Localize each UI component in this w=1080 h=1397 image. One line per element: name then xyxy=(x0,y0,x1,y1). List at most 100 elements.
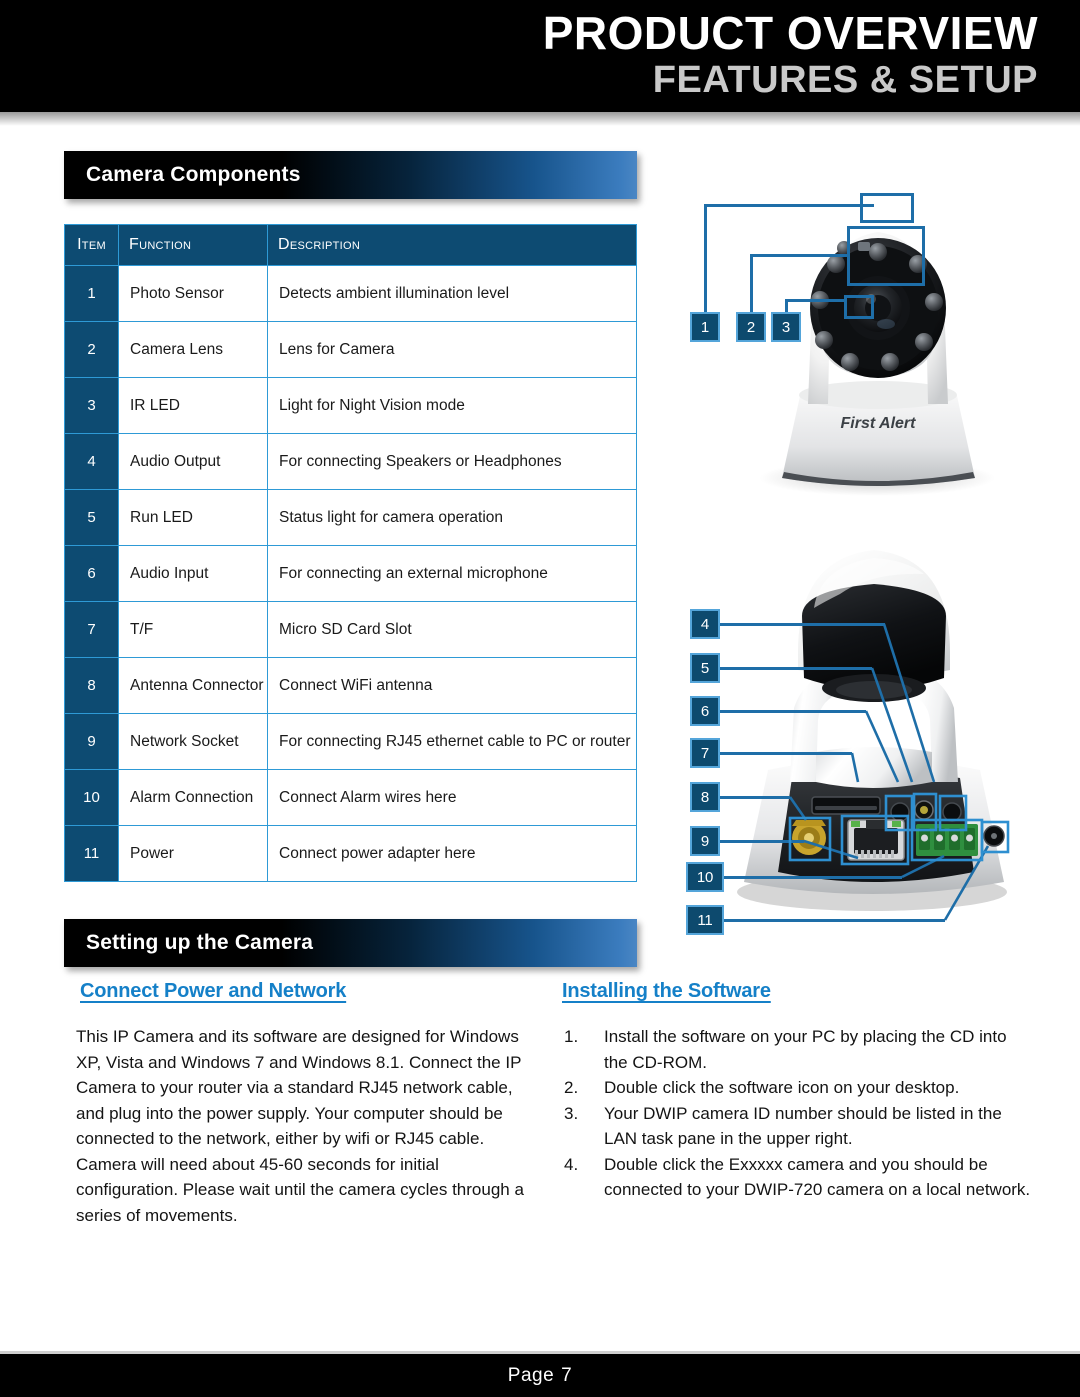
leader-line-1 xyxy=(704,204,874,207)
highlight-box-2-right xyxy=(922,226,925,286)
cell-item: 2 xyxy=(64,321,119,378)
install-step: 1. Install the software on your PC by pla… xyxy=(562,1024,1032,1075)
section-banner-label: Camera Components xyxy=(86,163,301,186)
table-body: 1 Photo Sensor Detects ambient illuminatio… xyxy=(64,265,637,882)
leader-line-3 xyxy=(785,299,847,302)
leader-line-9 xyxy=(720,840,804,843)
cell-item: 10 xyxy=(64,769,119,826)
leader-line-3-vert xyxy=(785,299,788,312)
callout-10: 10 xyxy=(686,862,724,892)
camera-rear-figure: 4 5 6 7 8 9 10 11 xyxy=(672,520,1072,940)
section-banner-label-setup: Setting up the Camera xyxy=(86,931,314,954)
leader-line-11 xyxy=(720,919,945,922)
install-step: 3. Your DWIP camera ID number should be l… xyxy=(562,1101,1032,1152)
table-row: 3 IR LED Light for Night Vision mode xyxy=(64,377,637,434)
highlight-box-3-top xyxy=(844,295,874,298)
cell-function: Camera Lens xyxy=(118,321,268,378)
highlight-box-2-top xyxy=(847,226,925,229)
footer-page-number: 7 xyxy=(561,1364,573,1386)
page-header-titles: PRODUCT OVERVIEW FEATURES & SETUP xyxy=(543,8,1038,102)
table-row: 6 Audio Input For connecting an external m… xyxy=(64,545,637,602)
page-header: PRODUCT OVERVIEW FEATURES & SETUP xyxy=(0,0,1080,112)
camera-front-figure: First Alert 1 2 3 xyxy=(672,182,1072,502)
highlight-box-1-right xyxy=(911,193,914,223)
cell-function: Antenna Connector xyxy=(118,657,268,714)
cell-item: 7 xyxy=(64,601,119,658)
callout-3: 3 xyxy=(771,312,801,342)
callout-4: 4 xyxy=(690,609,720,639)
highlight-box-1-left xyxy=(860,193,863,223)
cell-function: IR LED xyxy=(118,377,268,434)
highlight-box-1 xyxy=(860,193,914,196)
table-header: Item Function Description xyxy=(64,224,637,266)
cell-description: Connect Alarm wires here xyxy=(267,769,637,826)
install-step-text: Double click the Exxxxx camera and you s… xyxy=(604,1154,1031,1200)
highlight-box-3-bottom xyxy=(844,316,874,319)
cell-description: Micro SD Card Slot xyxy=(267,601,637,658)
callout-11: 11 xyxy=(686,905,724,935)
heading-connect-power-and-network: Connect Power and Network xyxy=(80,980,347,1002)
install-step-text: Your DWIP camera ID number should be lis… xyxy=(604,1103,1002,1149)
table-row: 5 Run LED Status light for camera operatio… xyxy=(64,489,637,546)
highlight-box-1-bottom xyxy=(860,220,914,223)
highlight-box-2-bottom xyxy=(847,283,925,286)
cell-item: 11 xyxy=(64,825,119,882)
leader-line-8 xyxy=(720,796,790,799)
install-step-text: Double click the software icon on your d… xyxy=(604,1078,960,1097)
cell-function: Network Socket xyxy=(118,713,268,770)
camera-front-illustration: First Alert xyxy=(759,232,995,496)
cell-item: 6 xyxy=(64,545,119,602)
leader-line-1-vert xyxy=(704,204,707,312)
cell-function: Audio Input xyxy=(118,545,268,602)
cell-item: 1 xyxy=(64,265,119,322)
install-step-number: 3. xyxy=(564,1103,579,1123)
cell-description: For connecting RJ45 ethernet cable to PC… xyxy=(267,713,637,770)
table-row: 11 Power Connect power adapter here xyxy=(64,825,637,882)
leader-line-6 xyxy=(720,710,866,713)
install-step: 2. Double click the software icon on your… xyxy=(562,1075,1032,1101)
cell-item: 8 xyxy=(64,657,119,714)
leader-line-5 xyxy=(720,667,872,670)
page-title: PRODUCT OVERVIEW xyxy=(542,7,1038,59)
leader-line-10 xyxy=(720,876,902,879)
column-header-description: Description xyxy=(267,224,637,266)
callout-2: 2 xyxy=(736,312,766,342)
callout-8: 8 xyxy=(690,782,720,812)
cell-item: 5 xyxy=(64,489,119,546)
header-shadow xyxy=(0,112,1080,126)
installing-software-steps: 1. Install the software on your PC by pla… xyxy=(562,1024,1032,1203)
cell-item: 3 xyxy=(64,377,119,434)
install-step-number: 2. xyxy=(564,1078,579,1097)
footer-page-label: Page xyxy=(507,1364,555,1386)
callout-5: 5 xyxy=(690,653,720,683)
install-step: 4. Double click the Exxxxx camera and you… xyxy=(562,1152,1032,1203)
table-header-row: Item Function Description xyxy=(64,224,637,266)
cell-item: 9 xyxy=(64,713,119,770)
cell-description: Detects ambient illumination level xyxy=(267,265,637,322)
table-row: 9 Network Socket For connecting RJ45 ether… xyxy=(64,713,637,770)
callout-1: 1 xyxy=(690,312,720,342)
cell-description: For connecting an external microphone xyxy=(267,545,637,602)
table-row: 8 Antenna Connector Connect WiFi antenna xyxy=(64,657,637,714)
section-banner-camera-components: Camera Components xyxy=(64,151,637,199)
cell-description: Status light for camera operation xyxy=(267,489,637,546)
cell-function: Photo Sensor xyxy=(118,265,268,322)
leader-line-4b xyxy=(882,623,885,624)
column-header-item: Item xyxy=(64,224,119,266)
heading-installing-the-software: Installing the Software xyxy=(562,980,771,1002)
leader-line-7 xyxy=(720,752,852,755)
page-footer: Page 7 xyxy=(0,1354,1080,1397)
leader-line-2 xyxy=(750,254,850,257)
callout-9: 9 xyxy=(690,826,720,856)
table-row: 10 Alarm Connection Connect Alarm wires he… xyxy=(64,769,637,826)
connect-power-body: This IP Camera and its software are desi… xyxy=(76,1024,528,1228)
leader-line-2-vert xyxy=(750,254,753,312)
column-header-function: Function xyxy=(118,224,268,266)
section-banner-setting-up: Setting up the Camera xyxy=(64,919,637,967)
page-subtitle: FEATURES & SETUP xyxy=(652,59,1038,101)
cell-function: Alarm Connection xyxy=(118,769,268,826)
installing-software-body: 1. Install the software on your PC by pla… xyxy=(562,1024,1032,1203)
cell-description: Connect power adapter here xyxy=(267,825,637,882)
highlight-box-2-left xyxy=(847,226,850,286)
cell-function: T/F xyxy=(118,601,268,658)
